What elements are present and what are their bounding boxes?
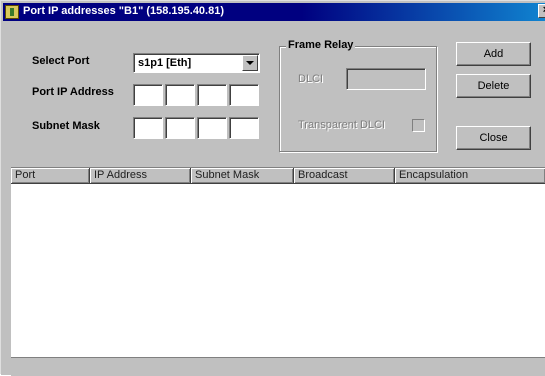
column-header-broadcast[interactable]: Broadcast: [294, 168, 395, 184]
subnet-mask-label: Subnet Mask: [32, 120, 100, 132]
close-window-icon[interactable]: ×: [538, 4, 545, 18]
subnet-mask-octet-4[interactable]: [229, 117, 259, 139]
left-frame-edge: [1, 161, 11, 375]
dlci-field[interactable]: [346, 68, 426, 90]
status-bar: [11, 357, 545, 376]
port-address-table[interactable]: Port IP Address Subnet Mask Broadcast En…: [11, 167, 545, 358]
port-ip-octet-3[interactable]: [197, 84, 227, 106]
frame-relay-legend: Frame Relay: [286, 39, 356, 51]
transparent-dlci-checkbox[interactable]: [412, 119, 425, 132]
column-header-subnet-mask[interactable]: Subnet Mask: [191, 168, 294, 184]
port-ip-octet-2[interactable]: [165, 84, 195, 106]
window-title: Port IP addresses "B1" (158.195.40.81): [23, 5, 225, 17]
dlci-label: DLCI: [298, 73, 324, 85]
subnet-mask-octet-2[interactable]: [165, 117, 195, 139]
close-button[interactable]: Close: [456, 126, 531, 150]
add-button[interactable]: Add: [456, 42, 531, 66]
subnet-mask-octet-1[interactable]: [133, 117, 163, 139]
column-header-ip-address[interactable]: IP Address: [90, 168, 191, 184]
column-header-encapsulation[interactable]: Encapsulation: [395, 168, 545, 184]
dropdown-arrow-icon[interactable]: [242, 55, 258, 71]
title-bar: Port IP addresses "B1" (158.195.40.81) ×: [3, 3, 545, 21]
transparent-dlci-label: Transparent DLCI: [298, 119, 386, 131]
column-header-port[interactable]: Port: [11, 168, 90, 184]
delete-button[interactable]: Delete: [456, 74, 531, 98]
table-header: Port IP Address Subnet Mask Broadcast En…: [11, 168, 545, 184]
select-port-dropdown[interactable]: s1p1 [Eth]: [133, 53, 260, 73]
select-port-label: Select Port: [32, 55, 90, 67]
app-icon: [5, 5, 19, 19]
port-ip-address-label: Port IP Address: [32, 86, 114, 98]
port-ip-octet-1[interactable]: [133, 84, 163, 106]
port-ip-octet-4[interactable]: [229, 84, 259, 106]
subnet-mask-octet-3[interactable]: [197, 117, 227, 139]
frame-relay-group: Frame Relay DLCI Transparent DLCI: [279, 39, 437, 152]
port-ip-addresses-dialog: Port IP addresses "B1" (158.195.40.81) ×…: [0, 0, 545, 376]
select-port-value: s1p1 [Eth]: [138, 57, 192, 69]
